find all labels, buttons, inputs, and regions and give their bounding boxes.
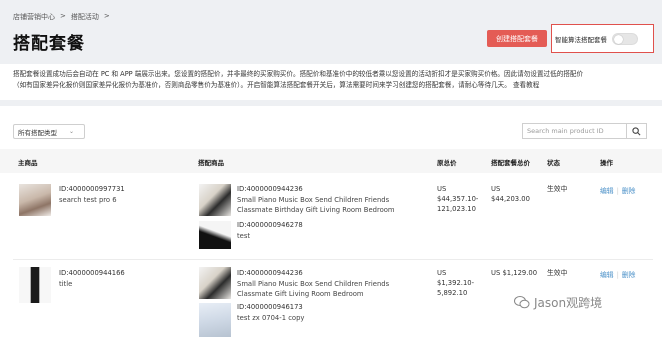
- status-badge: 生效中: [547, 269, 568, 277]
- bundle-item-id: ID:4000000944236: [237, 185, 303, 193]
- notice-line-2: （如有国家差异化报价则国家差异化报价为基准价，否则商品零售价为基准价）。开启智能…: [13, 81, 511, 89]
- breadcrumb-store-marketing[interactable]: 店铺营销中心: [13, 12, 55, 22]
- main-product-image[interactable]: [19, 184, 51, 216]
- edit-link[interactable]: 编辑: [600, 271, 614, 279]
- col-bundle-products: 搭配商品: [198, 159, 224, 167]
- breadcrumb: 店铺营销中心 > 搭配活动 >: [13, 12, 110, 22]
- action-separator: |: [616, 271, 619, 279]
- original-price-range-end: 5,892.10: [437, 289, 468, 297]
- col-actions: 操作: [600, 159, 613, 167]
- bundle-price-value: US $1,129.00: [491, 269, 538, 277]
- original-price-currency: US: [437, 185, 447, 193]
- bundle-item-title[interactable]: Classmate Birthday Gift Living Room Bedr…: [237, 206, 395, 215]
- bundle-item-title[interactable]: Small Piano Music Box Send Children Frie…: [237, 196, 389, 205]
- bundle-item-id: ID:4000000946173: [237, 303, 303, 311]
- bundle-type-select[interactable]: 所有搭配类型 ⌄: [13, 124, 85, 139]
- breadcrumb-separator: >: [103, 12, 110, 20]
- action-separator: |: [616, 187, 619, 195]
- search-icon: [632, 126, 641, 135]
- col-bundle-price: 搭配套餐总价: [491, 159, 530, 167]
- bundle-item-image[interactable]: [199, 267, 231, 299]
- row-divider: [13, 259, 653, 260]
- breadcrumb-bundle-activity[interactable]: 搭配活动: [71, 12, 99, 22]
- bundle-price-value: $44,203.00: [491, 195, 530, 203]
- main-product-id: ID:4000000944166: [59, 269, 125, 277]
- bundle-item-title[interactable]: Classmate Gift Living Room Bedroom: [237, 290, 364, 299]
- breadcrumb-separator: >: [60, 12, 66, 20]
- original-price-range-end: 121,023.10: [437, 205, 476, 213]
- wechat-icon: [514, 296, 530, 309]
- original-price-range: $44,357.10-: [437, 195, 479, 203]
- create-bundle-button[interactable]: 创建搭配套餐: [487, 30, 547, 47]
- edit-link[interactable]: 编辑: [600, 187, 614, 195]
- bundle-item-title[interactable]: test zx 0704-1 copy: [237, 314, 304, 323]
- col-original-price: 原总价: [437, 159, 457, 167]
- tutorial-link[interactable]: 查看教程: [513, 81, 539, 89]
- delete-link[interactable]: 删除: [622, 271, 636, 279]
- bundle-item-image[interactable]: [199, 221, 231, 249]
- smart-bundle-toggle-label: 智能算法搭配套餐: [555, 35, 607, 44]
- notice-banner: 搭配套餐设置成功后会自动在 PC 和 APP 端展示出来。您设置的搭配价，并非最…: [0, 64, 662, 100]
- delete-link[interactable]: 删除: [622, 187, 636, 195]
- search-input[interactable]: Search main product ID: [522, 123, 626, 139]
- watermark: Jason观跨境: [514, 294, 602, 311]
- original-price-range: $1,392.10-: [437, 279, 475, 287]
- notice-line-1: 搭配套餐设置成功后会自动在 PC 和 APP 端展示出来。您设置的搭配价，并非最…: [13, 70, 584, 78]
- bundle-item-title[interactable]: Small Piano Music Box Send Children Frie…: [237, 280, 389, 289]
- bundle-type-select-value: 所有搭配类型: [18, 128, 57, 137]
- main-product-id: ID:4000000997731: [59, 185, 125, 193]
- main-product-image[interactable]: [19, 267, 51, 303]
- page-title: 搭配套餐: [13, 34, 85, 54]
- toggle-knob: [614, 34, 623, 44]
- main-product-title[interactable]: search test pro 6: [59, 196, 117, 205]
- bundle-item-title[interactable]: test: [237, 232, 250, 241]
- bundle-item-id: ID:4000000944236: [237, 269, 303, 277]
- bundle-price-currency: US: [491, 185, 501, 193]
- bundle-item-image[interactable]: [199, 303, 231, 337]
- smart-bundle-toggle-box: 智能算法搭配套餐: [551, 24, 654, 53]
- table-row: ID:4000000997731 search test pro 6 ID:40…: [0, 179, 662, 261]
- smart-bundle-toggle[interactable]: [612, 32, 638, 45]
- original-price-currency: US: [437, 269, 447, 277]
- watermark-text: Jason观跨境: [534, 296, 603, 310]
- bundle-item-id: ID:4000000946278: [237, 221, 303, 229]
- bundle-item-image[interactable]: [199, 184, 231, 216]
- col-main-product: 主商品: [18, 159, 38, 167]
- status-badge: 生效中: [547, 185, 568, 193]
- search-button[interactable]: [626, 123, 647, 139]
- chevron-down-icon: ⌄: [69, 128, 75, 135]
- table-header: 主商品 搭配商品 原总价 搭配套餐总价 状态 操作: [0, 149, 662, 173]
- main-product-title[interactable]: title: [59, 280, 72, 289]
- col-status: 状态: [547, 159, 560, 167]
